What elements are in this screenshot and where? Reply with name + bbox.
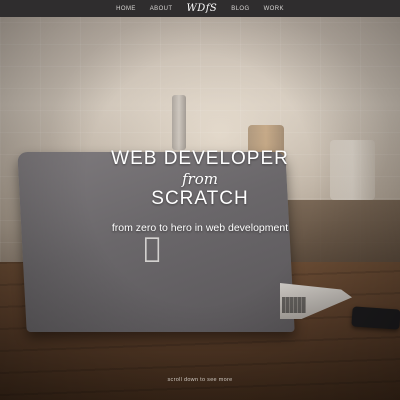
nav-home-link[interactable]: HOME (116, 6, 136, 12)
site-logo[interactable]: WDfS (186, 3, 217, 14)
hero-title-from: from (182, 170, 218, 188)
scroll-hint[interactable]: scroll down to see more (0, 377, 400, 383)
nav-about-link[interactable]: ABOUT (150, 6, 173, 12)
top-navbar: HOME ABOUT WDfS BLOG WORK (0, 0, 400, 17)
nav-work-link[interactable]: WORK (264, 6, 284, 12)
hero-tagline: from zero to hero in web development (111, 222, 289, 234)
hero-title-line3: SCRATCH (151, 188, 249, 209)
nav-blog-link[interactable]: BLOG (231, 6, 249, 12)
hero-title-line1: WEB DEVELOPER (111, 148, 289, 169)
hero-heading: WEB DEVELOPER from SCRATCH from zero to … (0, 148, 400, 234)
